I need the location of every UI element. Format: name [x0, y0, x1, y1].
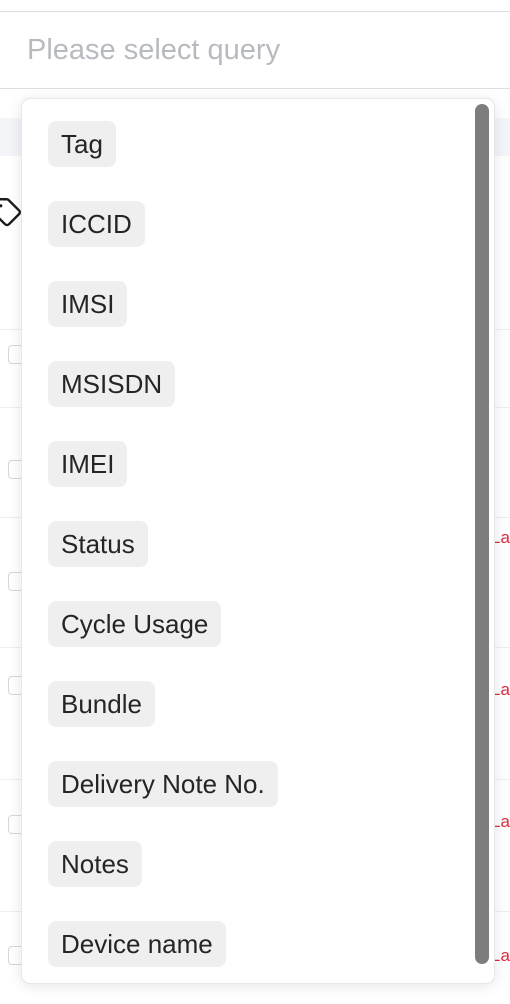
dropdown-option[interactable]: Bundle — [22, 681, 494, 727]
dropdown-option-label: IMEI — [48, 441, 128, 487]
dropdown-option[interactable]: MSISDN — [22, 361, 494, 407]
dropdown-option-label: Tag — [48, 121, 116, 167]
dropdown-option[interactable]: Notes — [22, 841, 494, 887]
dropdown-option[interactable]: ICCID — [22, 201, 494, 247]
dropdown-option[interactable]: Tag — [22, 121, 494, 167]
query-select-dropdown[interactable]: Tag ICCID IMSI MSISDN IMEI Status Cycle Usage B… — [21, 98, 495, 984]
dropdown-option[interactable]: Device name — [22, 921, 494, 967]
dropdown-option-label: Status — [48, 521, 148, 567]
dropdown-option-label: Device name — [48, 921, 226, 967]
dropdown-option-label: Delivery Note No. — [48, 761, 278, 807]
dropdown-scrollbar-thumb[interactable] — [475, 104, 489, 964]
query-select[interactable]: Please select query — [0, 11, 510, 89]
dropdown-option-label: Cycle Usage — [48, 601, 222, 647]
dropdown-option[interactable]: IMEI — [22, 441, 494, 487]
dropdown-option[interactable]: Cycle Usage — [22, 601, 494, 647]
dropdown-option[interactable]: Status — [22, 521, 494, 567]
dropdown-option-label: Notes — [48, 841, 142, 887]
dropdown-option-label: MSISDN — [48, 361, 176, 407]
dropdown-option[interactable]: IMSI — [22, 281, 494, 327]
option-list[interactable]: Tag ICCID IMSI MSISDN IMEI Status Cycle Usage B… — [22, 99, 494, 983]
dropdown-option-label: Bundle — [48, 681, 155, 727]
dropdown-option-label: IMSI — [48, 281, 128, 327]
dropdown-option-label: ICCID — [48, 201, 145, 247]
query-select-placeholder: Please select query — [27, 34, 281, 66]
dropdown-option[interactable]: Delivery Note No. — [22, 761, 494, 807]
